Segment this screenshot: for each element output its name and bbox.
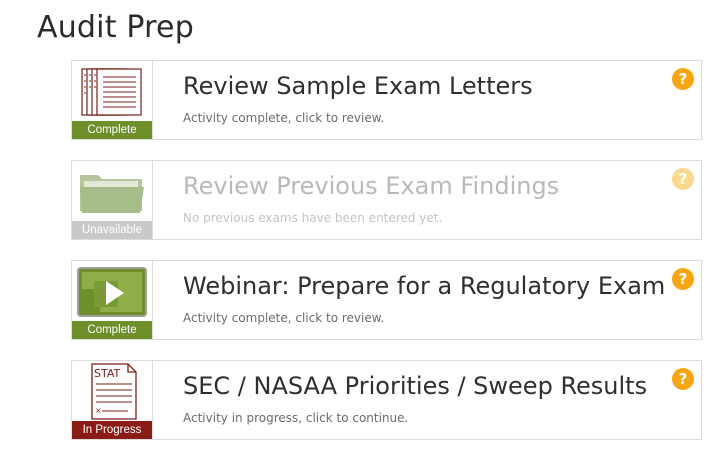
activity-review-previous-exam-findings: Unavailable Review Previous Exam Finding…: [71, 160, 702, 240]
page-title: Audit Prep: [37, 10, 194, 45]
help-icon[interactable]: ?: [672, 368, 694, 390]
activity-webinar-regulatory-exam[interactable]: Complete Webinar: Prepare for a Regulato…: [71, 260, 702, 340]
activity-sec-nasaa-priorities[interactable]: STAT × In Progress SEC / NASAA Prioritie…: [71, 360, 702, 440]
svg-text:×: ×: [95, 406, 102, 415]
status-badge: Unavailable: [72, 221, 152, 239]
activity-review-sample-exam-letters[interactable]: Complete Review Sample Exam Letters Acti…: [71, 60, 702, 140]
status-badge: In Progress: [72, 421, 152, 439]
status-badge: Complete: [72, 321, 152, 339]
activity-thumbnail: Unavailable: [72, 161, 153, 239]
status-badge: Complete: [72, 121, 152, 139]
activity-title[interactable]: Webinar: Prepare for a Regulatory Exam: [183, 272, 665, 300]
activity-subtitle: Activity in progress, click to continue.: [183, 411, 409, 425]
folder-icon: [72, 161, 152, 221]
video-play-icon: [72, 261, 152, 321]
activity-thumbnail: STAT × In Progress: [72, 361, 153, 439]
stat-label: STAT: [94, 367, 121, 380]
stat-document-icon: STAT ×: [72, 361, 152, 421]
help-icon: ?: [672, 168, 694, 190]
activity-subtitle: Activity complete, click to review.: [183, 311, 385, 325]
documents-icon: [72, 61, 152, 121]
activity-subtitle: Activity complete, click to review.: [183, 111, 385, 125]
activity-thumbnail: Complete: [72, 261, 153, 339]
activity-title[interactable]: SEC / NASAA Priorities / Sweep Results: [183, 372, 647, 400]
help-icon[interactable]: ?: [672, 268, 694, 290]
activity-title[interactable]: Review Sample Exam Letters: [183, 72, 533, 100]
activity-subtitle: No previous exams have been entered yet.: [183, 211, 443, 225]
activity-thumbnail: Complete: [72, 61, 153, 139]
activity-title: Review Previous Exam Findings: [183, 172, 560, 200]
help-icon[interactable]: ?: [672, 68, 694, 90]
